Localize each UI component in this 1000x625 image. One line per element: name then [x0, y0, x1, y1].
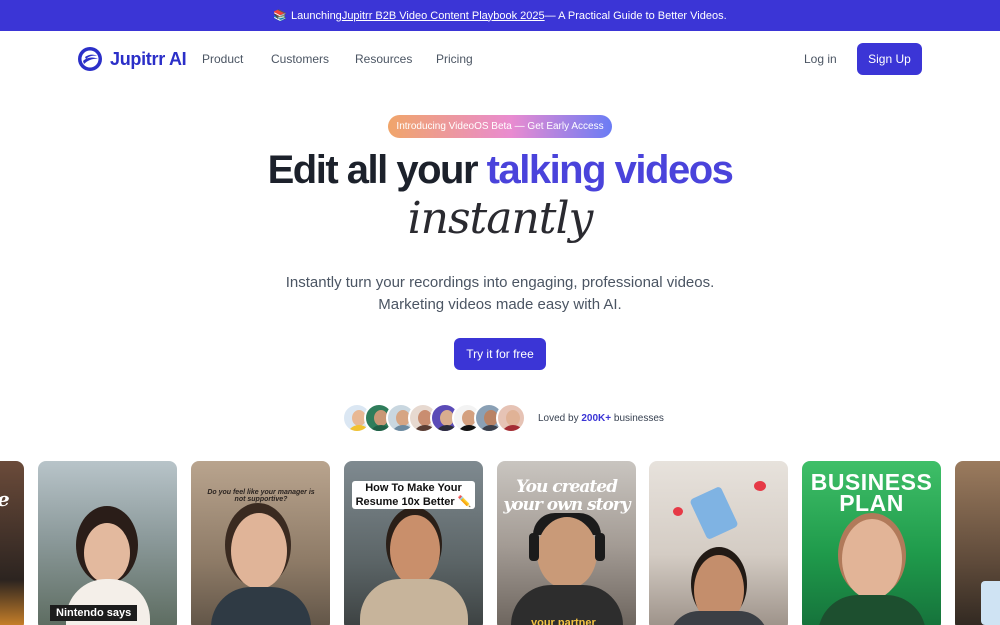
video-card[interactable]: How To Make Your Resume 10x Better ✏️ — [344, 461, 483, 625]
book-icon: 📚 — [273, 10, 288, 22]
headline-script: instantly — [407, 193, 594, 244]
loved-by-text: Loved by 200K+ businesses — [538, 413, 664, 424]
loved-suffix: businesses — [611, 412, 664, 424]
business-count: 200K+ — [581, 412, 612, 424]
card-caption: Do you feel like your manager is not sup… — [207, 489, 315, 503]
jupitrr-logo-icon — [78, 47, 102, 71]
nav-item-customers[interactable]: Customers — [271, 52, 355, 66]
headline-accent: talking videos — [486, 148, 734, 192]
video-card[interactable]: You created your own story your partner — [497, 461, 636, 625]
card-caption: Resume 10x Better ✏️ — [355, 496, 472, 508]
card-caption: Nintendo says — [50, 605, 138, 621]
video-card[interactable] — [649, 461, 788, 625]
video-card[interactable]: e — [0, 461, 24, 625]
nav-item-resources[interactable]: Resources — [355, 52, 436, 66]
nav-item-product[interactable]: Product — [202, 52, 271, 66]
video-carousel: e Nintendo says Do you feel like your ma… — [0, 461, 1000, 625]
hero-subtitle: Instantly turn your recordings into enga… — [0, 272, 1000, 316]
signup-button[interactable]: Sign Up — [857, 43, 922, 75]
announcement-prefix: Launching — [291, 9, 342, 22]
avatar-stack — [342, 403, 526, 433]
brand-name: Jupitrr AI — [110, 48, 187, 69]
announcement-suffix: — A Practical Guide to Better Videos. — [544, 9, 727, 22]
subtitle-line-2: Marketing videos made easy with AI. — [378, 296, 622, 313]
beta-pill[interactable]: Introducing VideoOS Beta — Get Early Acc… — [388, 115, 612, 138]
video-card[interactable] — [955, 461, 1000, 625]
top-nav: Jupitrr AI Product Customers Resources P… — [0, 31, 1000, 87]
card-caption: your own story — [503, 495, 630, 515]
login-link[interactable]: Log in — [804, 52, 837, 66]
card-caption: You created — [516, 477, 618, 497]
announcement-bar: 📚 Launching Jupitrr B2B Video Content Pl… — [0, 0, 1000, 31]
social-proof: Loved by 200K+ businesses — [342, 402, 664, 434]
card-caption: your partner — [531, 617, 596, 625]
nav-item-pricing[interactable]: Pricing — [436, 52, 486, 66]
announcement-link[interactable]: Jupitrr B2B Video Content Playbook 2025 — [342, 10, 545, 22]
video-card[interactable]: BUSINESS PLAN — [802, 461, 941, 625]
hero-headline: Edit all your talking videos — [0, 148, 1000, 193]
video-card[interactable]: Nintendo says — [38, 461, 177, 625]
subtitle-line-1: Instantly turn your recordings into enga… — [285, 274, 715, 291]
avatar — [496, 403, 526, 433]
loved-prefix: Loved by — [538, 412, 582, 424]
video-card[interactable]: Do you feel like your manager is not sup… — [191, 461, 330, 625]
card-caption: e — [0, 487, 10, 511]
headline-plain: Edit all your — [267, 148, 487, 192]
logo[interactable]: Jupitrr AI — [77, 46, 187, 72]
main-menu: Product Customers Resources Pricing — [202, 52, 486, 66]
card-caption: How To Make Your — [365, 482, 462, 494]
try-free-button[interactable]: Try it for free — [454, 338, 546, 370]
